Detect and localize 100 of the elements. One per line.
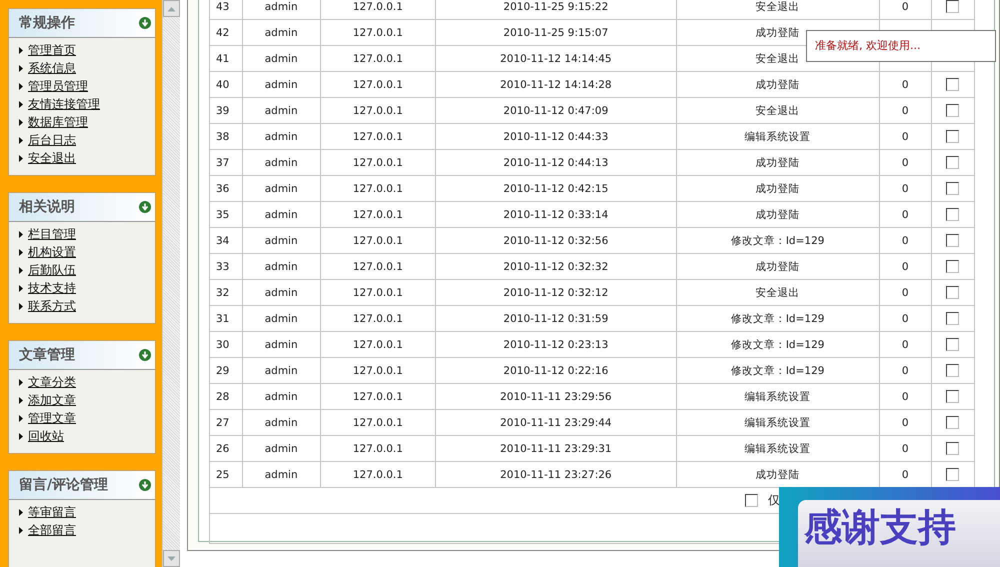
row-checkbox[interactable] bbox=[946, 364, 960, 377]
table-cell: 0 bbox=[879, 280, 932, 306]
sidebar-link[interactable]: 添加文章 bbox=[28, 392, 76, 408]
table-cell: 33 bbox=[210, 254, 242, 280]
table-cell: admin bbox=[242, 124, 320, 150]
row-checkbox[interactable] bbox=[946, 442, 960, 455]
table-cell: admin bbox=[242, 384, 320, 410]
row-checkbox[interactable] bbox=[946, 312, 960, 325]
panel-header[interactable]: 相关说明 bbox=[9, 193, 156, 222]
table-cell: 127.0.0.1 bbox=[320, 150, 436, 176]
sidebar-link[interactable]: 栏目管理 bbox=[28, 226, 76, 242]
table-cell: 编辑系统设置 bbox=[676, 124, 880, 150]
table-cell: 2010-11-12 0:44:33 bbox=[436, 124, 676, 150]
table-cell: 32 bbox=[210, 280, 242, 306]
sidebar-link[interactable]: 数据库管理 bbox=[28, 114, 88, 130]
table-cell: 成功登陆 bbox=[676, 150, 880, 176]
bullet-icon bbox=[19, 414, 23, 422]
checkbox-label: 仅 bbox=[768, 492, 780, 509]
bullet-icon bbox=[19, 64, 23, 72]
bullet-icon bbox=[19, 266, 23, 274]
row-checkbox[interactable] bbox=[946, 260, 960, 273]
collapse-arrow-icon[interactable] bbox=[139, 17, 152, 29]
collapse-arrow-icon[interactable] bbox=[139, 479, 152, 491]
table-cell: admin bbox=[242, 436, 320, 462]
table-cell: 2010-11-11 23:27:26 bbox=[436, 462, 676, 488]
table-cell: 0 bbox=[879, 202, 932, 228]
row-checkbox[interactable] bbox=[946, 104, 960, 117]
promo-badge[interactable]: 感谢支持 bbox=[779, 487, 1000, 567]
bullet-icon bbox=[19, 100, 23, 108]
sidebar-link[interactable]: 后勤队伍 bbox=[28, 262, 76, 278]
table-cell: 42 bbox=[210, 20, 242, 46]
row-checkbox[interactable] bbox=[946, 208, 960, 221]
panel-header[interactable]: 常规操作 bbox=[9, 9, 156, 38]
table-cell: 127.0.0.1 bbox=[320, 202, 436, 228]
table-cell: 2010-11-12 0:32:56 bbox=[436, 228, 676, 254]
table-cell: 39 bbox=[210, 98, 242, 124]
sidebar-link[interactable]: 全部留言 bbox=[28, 522, 76, 538]
row-checkbox[interactable] bbox=[946, 416, 960, 429]
sidebar-link[interactable]: 管理文章 bbox=[28, 410, 76, 426]
collapse-arrow-icon[interactable] bbox=[139, 349, 152, 361]
sidebar-link[interactable]: 系统信息 bbox=[28, 60, 76, 76]
sidebar-link[interactable]: 机构设置 bbox=[28, 244, 76, 260]
table-cell: 25 bbox=[210, 462, 242, 488]
sidebar-link[interactable]: 安全退出 bbox=[28, 150, 76, 166]
sidebar-link[interactable]: 管理员管理 bbox=[28, 78, 88, 94]
row-checkbox[interactable] bbox=[946, 468, 960, 481]
table-cell: 127.0.0.1 bbox=[320, 72, 436, 98]
sidebar-link[interactable]: 后台日志 bbox=[28, 132, 76, 148]
bullet-icon bbox=[19, 396, 23, 404]
row-checkbox[interactable] bbox=[946, 0, 960, 13]
table-cell: 2010-11-12 14:14:45 bbox=[436, 46, 676, 72]
bullet-icon bbox=[19, 136, 23, 144]
table-cell: admin bbox=[242, 202, 320, 228]
table-cell: 29 bbox=[210, 358, 242, 384]
row-checkbox[interactable] bbox=[946, 234, 960, 247]
sidebar-link[interactable]: 技术支持 bbox=[28, 280, 76, 296]
sidebar-link[interactable]: 联系方式 bbox=[28, 298, 76, 314]
panel-header[interactable]: 文章管理 bbox=[9, 341, 156, 370]
table-cell: 安全退出 bbox=[676, 0, 880, 20]
select-checkbox[interactable] bbox=[745, 494, 758, 507]
table-cell: 127.0.0.1 bbox=[320, 124, 436, 150]
table-cell: 37 bbox=[210, 150, 242, 176]
table-cell: admin bbox=[242, 280, 320, 306]
table-cell: 0 bbox=[879, 306, 932, 332]
table-cell: 0 bbox=[879, 98, 932, 124]
table-cell: 2010-11-12 0:31:59 bbox=[436, 306, 676, 332]
table-cell: 38 bbox=[210, 124, 242, 150]
row-checkbox[interactable] bbox=[946, 182, 960, 195]
table-cell: 2010-11-12 0:33:14 bbox=[436, 202, 676, 228]
table-cell: 0 bbox=[879, 332, 932, 358]
table-cell: 127.0.0.1 bbox=[320, 0, 436, 20]
table-cell: 127.0.0.1 bbox=[320, 280, 436, 306]
table-cell: 0 bbox=[879, 176, 932, 202]
collapse-arrow-icon[interactable] bbox=[139, 201, 152, 213]
row-checkbox[interactable] bbox=[946, 130, 960, 143]
table-cell: 127.0.0.1 bbox=[320, 358, 436, 384]
row-checkbox[interactable] bbox=[946, 156, 960, 169]
bullet-icon bbox=[19, 432, 23, 440]
table-cell: 成功登陆 bbox=[676, 72, 880, 98]
table-cell: 成功登陆 bbox=[676, 254, 880, 280]
down-arrow-icon bbox=[167, 556, 176, 562]
table-cell: admin bbox=[242, 98, 320, 124]
panel-header[interactable]: 留言/评论管理 bbox=[9, 471, 156, 500]
row-checkbox[interactable] bbox=[946, 390, 960, 403]
sidebar-link[interactable]: 等审留言 bbox=[28, 504, 76, 520]
table-cell: admin bbox=[242, 176, 320, 202]
table-cell: 40 bbox=[210, 72, 242, 98]
sidebar-link[interactable]: 文章分类 bbox=[28, 374, 76, 390]
table-cell: 127.0.0.1 bbox=[320, 306, 436, 332]
panel-title: 常规操作 bbox=[19, 14, 75, 32]
table-cell: 2010-11-11 23:29:56 bbox=[436, 384, 676, 410]
table-cell: 0 bbox=[879, 384, 932, 410]
sidebar-link[interactable]: 友情连接管理 bbox=[28, 96, 100, 112]
sidebar-link[interactable]: 回收站 bbox=[28, 428, 64, 444]
row-checkbox[interactable] bbox=[946, 338, 960, 351]
table-cell: admin bbox=[242, 306, 320, 332]
table-cell: 0 bbox=[879, 72, 932, 98]
sidebar-link[interactable]: 管理首页 bbox=[28, 42, 76, 58]
row-checkbox[interactable] bbox=[946, 286, 960, 299]
row-checkbox[interactable] bbox=[946, 78, 960, 91]
